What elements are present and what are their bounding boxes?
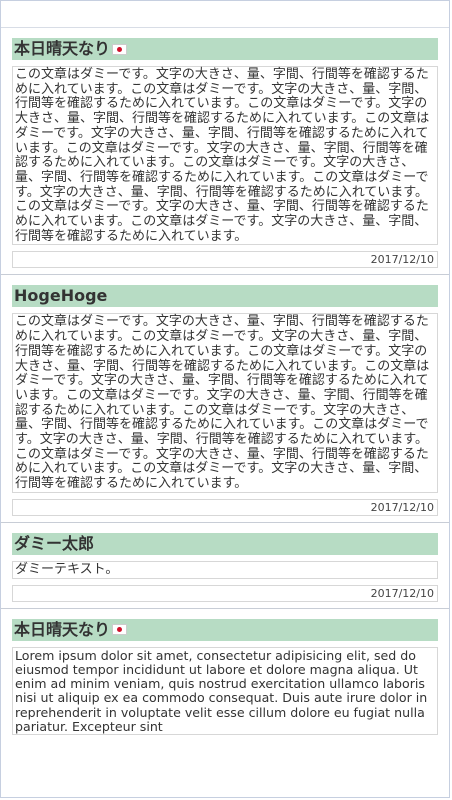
page-frame: 本日晴天なり この文章はダミーです。文字の大きさ、量、字間、行間等を確認するため… xyxy=(0,0,450,798)
post-title: ダミー太郎 xyxy=(12,532,438,555)
japan-flag-icon xyxy=(112,43,128,55)
post-card: HogeHoge この文章はダミーです。文字の大きさ、量、字間、行間等を確認する… xyxy=(1,275,449,523)
post-title: 本日晴天なり xyxy=(12,38,438,60)
post-date: 2017/12/10 xyxy=(12,498,438,516)
post-title-text: 本日晴天なり xyxy=(14,39,111,58)
top-strip xyxy=(1,1,449,28)
post-body: Lorem ipsum dolor sit amet, consectetur … xyxy=(12,646,438,736)
post-body: この文章はダミーです。文字の大きさ、量、字間、行間等を確認するために入れています… xyxy=(12,66,438,246)
post-date: 2017/12/10 xyxy=(12,251,438,269)
post-card: 本日晴天なり Lorem ipsum dolor sit amet, conse… xyxy=(1,609,449,736)
japan-flag-icon xyxy=(112,624,128,636)
post-title-text: ダミー太郎 xyxy=(14,533,95,553)
post-title-text: HogeHoge xyxy=(14,286,108,306)
post-title: 本日晴天なり xyxy=(12,618,438,641)
post-date: 2017/12/10 xyxy=(12,584,438,602)
post-title: HogeHoge xyxy=(12,285,438,308)
post-title-text: 本日晴天なり xyxy=(14,619,111,639)
post-body: ダミーテキスト。 xyxy=(12,560,438,579)
post-body: この文章はダミーです。文字の大きさ、量、字間、行間等を確認するために入れています… xyxy=(12,313,438,493)
post-card: 本日晴天なり この文章はダミーです。文字の大きさ、量、字間、行間等を確認するため… xyxy=(1,28,449,276)
post-card: ダミー太郎 ダミーテキスト。 2017/12/10 xyxy=(1,523,449,609)
